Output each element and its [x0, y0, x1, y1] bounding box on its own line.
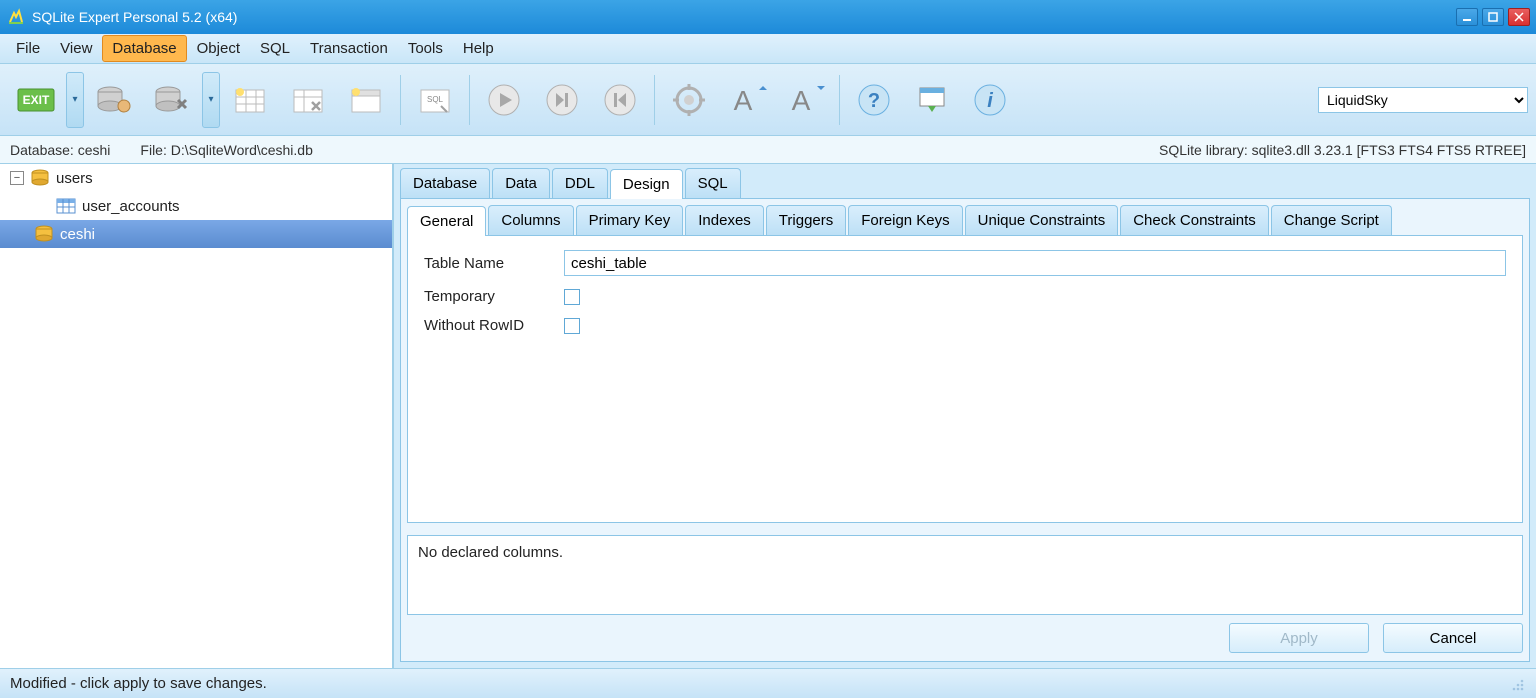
- theme-select[interactable]: LiquidSky: [1318, 87, 1528, 113]
- subtab-general[interactable]: General: [407, 206, 486, 236]
- toolbar-dropdown-2[interactable]: [202, 72, 220, 128]
- tab-ddl[interactable]: DDL: [552, 168, 608, 198]
- button-row: Apply Cancel: [407, 623, 1523, 653]
- menu-tools[interactable]: Tools: [398, 35, 453, 62]
- exit-button[interactable]: EXIT: [8, 72, 64, 128]
- tab-database[interactable]: Database: [400, 168, 490, 198]
- subtab-indexes[interactable]: Indexes: [685, 205, 764, 235]
- db-user-icon[interactable]: [86, 72, 142, 128]
- svg-text:A: A: [734, 85, 753, 116]
- next-icon[interactable]: [534, 72, 590, 128]
- menu-sql[interactable]: SQL: [250, 35, 300, 62]
- tree-label: ceshi: [60, 226, 95, 243]
- title-bar: SQLite Expert Personal 5.2 (x64): [0, 0, 1536, 34]
- apply-button[interactable]: Apply: [1229, 623, 1369, 653]
- subtab-change-script[interactable]: Change Script: [1271, 205, 1392, 235]
- menu-bar: File View Database Object SQL Transactio…: [0, 34, 1536, 64]
- without-rowid-checkbox[interactable]: [564, 318, 580, 334]
- menu-help[interactable]: Help: [453, 35, 504, 62]
- svg-text:?: ?: [868, 90, 880, 112]
- info-icon[interactable]: i: [962, 72, 1018, 128]
- toolbar-separator: [839, 75, 840, 125]
- tree-item-ceshi[interactable]: ceshi: [0, 220, 392, 248]
- right-pane: Database Data DDL Design SQL General Col…: [394, 164, 1536, 668]
- svg-text:i: i: [987, 90, 993, 112]
- new-view-icon[interactable]: [338, 72, 394, 128]
- close-button[interactable]: [1508, 8, 1530, 26]
- sub-tabs: General Columns Primary Key Indexes Trig…: [407, 205, 1523, 235]
- table-tools-icon[interactable]: [280, 72, 336, 128]
- play-icon[interactable]: [476, 72, 532, 128]
- prev-icon[interactable]: [592, 72, 648, 128]
- design-tab-body: General Columns Primary Key Indexes Trig…: [400, 198, 1530, 662]
- update-icon[interactable]: [904, 72, 960, 128]
- database-tree: − users user_accounts ceshi: [0, 164, 394, 668]
- font-decrease-icon[interactable]: A: [777, 72, 833, 128]
- cancel-button[interactable]: Cancel: [1383, 623, 1523, 653]
- tree-label: users: [56, 170, 93, 187]
- menu-object[interactable]: Object: [187, 35, 250, 62]
- app-icon: [6, 7, 26, 27]
- info-bar: Database: ceshi File: D:\SqliteWord\cesh…: [0, 136, 1536, 164]
- font-increase-icon[interactable]: A: [719, 72, 775, 128]
- library-label: SQLite library: sqlite3.dll 3.23.1 [FTS3…: [1159, 142, 1526, 158]
- collapse-icon[interactable]: −: [10, 171, 24, 185]
- subtab-columns[interactable]: Columns: [488, 205, 573, 235]
- main-area: − users user_accounts ceshi Database Dat…: [0, 164, 1536, 668]
- subtab-triggers[interactable]: Triggers: [766, 205, 846, 235]
- maximize-button[interactable]: [1482, 8, 1504, 26]
- columns-message-box: No declared columns.: [407, 535, 1523, 615]
- tree-root-users[interactable]: − users: [0, 164, 392, 192]
- new-table-icon[interactable]: [222, 72, 278, 128]
- tab-sql[interactable]: SQL: [685, 168, 741, 198]
- tree-label: user_accounts: [82, 198, 180, 215]
- general-panel: Table Name Temporary Without RowID: [407, 235, 1523, 523]
- menu-view[interactable]: View: [50, 35, 102, 62]
- toolbar: EXIT SQL A A ? i: [0, 64, 1536, 136]
- without-rowid-label: Without RowID: [424, 317, 564, 334]
- help-icon[interactable]: ?: [846, 72, 902, 128]
- status-bar: Modified - click apply to save changes.: [0, 668, 1536, 698]
- minimize-button[interactable]: [1456, 8, 1478, 26]
- temporary-label: Temporary: [424, 288, 564, 305]
- menu-transaction[interactable]: Transaction: [300, 35, 398, 62]
- top-tabs: Database Data DDL Design SQL: [400, 168, 1530, 198]
- resize-grip-icon: [1508, 675, 1526, 693]
- file-label: File: D:\SqliteWord\ceshi.db: [140, 142, 312, 158]
- menu-file[interactable]: File: [6, 35, 50, 62]
- subtab-check-constraints[interactable]: Check Constraints: [1120, 205, 1269, 235]
- tree-item-user-accounts[interactable]: user_accounts: [0, 192, 392, 220]
- database-icon: [34, 225, 54, 243]
- table-name-input[interactable]: [564, 250, 1506, 276]
- svg-text:EXIT: EXIT: [23, 93, 50, 107]
- subtab-primary-key[interactable]: Primary Key: [576, 205, 684, 235]
- subtab-foreign-keys[interactable]: Foreign Keys: [848, 205, 962, 235]
- db-tools-icon[interactable]: [144, 72, 200, 128]
- database-label: Database: ceshi: [10, 142, 110, 158]
- table-name-label: Table Name: [424, 255, 564, 272]
- toolbar-separator: [469, 75, 470, 125]
- svg-text:A: A: [792, 85, 811, 116]
- tab-design[interactable]: Design: [610, 169, 683, 199]
- window-title: SQLite Expert Personal 5.2 (x64): [32, 9, 1456, 25]
- toolbar-separator: [654, 75, 655, 125]
- subtab-unique-constraints[interactable]: Unique Constraints: [965, 205, 1119, 235]
- temporary-checkbox[interactable]: [564, 289, 580, 305]
- database-icon: [30, 169, 50, 187]
- svg-text:SQL: SQL: [427, 95, 444, 104]
- toolbar-dropdown-1[interactable]: [66, 72, 84, 128]
- gear-icon[interactable]: [661, 72, 717, 128]
- toolbar-separator: [400, 75, 401, 125]
- tab-data[interactable]: Data: [492, 168, 550, 198]
- sql-edit-icon[interactable]: SQL: [407, 72, 463, 128]
- menu-database[interactable]: Database: [102, 35, 186, 62]
- status-message: Modified - click apply to save changes.: [10, 675, 267, 692]
- columns-message: No declared columns.: [418, 544, 563, 561]
- table-icon: [56, 197, 76, 215]
